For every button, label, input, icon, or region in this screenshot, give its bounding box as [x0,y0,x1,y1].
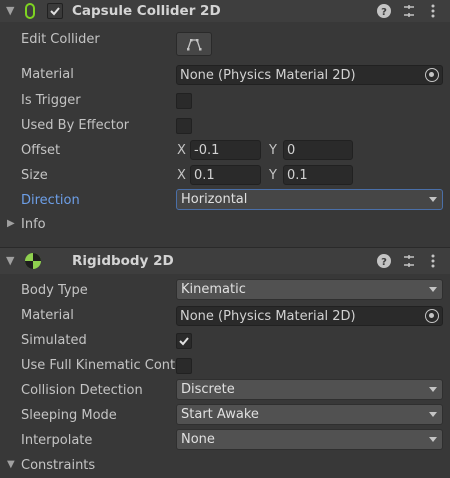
presets-icon[interactable] [401,3,417,19]
collision-detection-dropdown[interactable]: Discrete [176,379,443,400]
size-y-axis-label[interactable]: Y [269,164,277,188]
offset-y-value: 0 [287,143,296,158]
interpolate-label: Interpolate [21,433,93,448]
presets-icon[interactable] [401,253,417,269]
svg-text:?: ? [381,257,387,268]
edit-collider-icon [187,39,202,51]
offset-y-axis-label[interactable]: Y [269,139,277,163]
rigidbody-material-value: None (Physics Material 2D) [180,309,356,324]
offset-x-axis-label[interactable]: X [177,139,186,163]
capsule-collider-header[interactable]: ▼ Capsule Collider 2D ? [0,0,450,22]
edit-collider-label: Edit Collider [21,32,100,47]
size-y-field[interactable]: 0.1 [283,165,353,185]
svg-text:?: ? [381,7,387,18]
help-icon[interactable]: ? [376,253,392,269]
sleeping-mode-value: Start Awake [181,407,259,422]
collision-detection-value: Discrete [181,382,235,397]
interpolate-dropdown[interactable]: None [176,429,443,450]
sleeping-mode-label: Sleeping Mode [21,408,117,423]
size-x-value: 0.1 [194,168,215,183]
offset-y-field[interactable]: 0 [283,140,353,160]
simulated-checkbox[interactable] [176,333,192,349]
use-full-kinematic-contacts-checkbox[interactable] [176,358,192,374]
interpolate-value: None [181,432,215,447]
chevron-down-icon [429,197,437,202]
direction-label: Direction [21,193,80,208]
collision-detection-label: Collision Detection [21,383,143,398]
rigidbody-material-field[interactable]: None (Physics Material 2D) [176,306,443,326]
offset-x-value: -0.1 [194,143,220,158]
rigidbody-header[interactable]: ▼ Rigidbody 2D ? [0,247,450,274]
help-icon[interactable]: ? [376,3,392,19]
material-label: Material [21,67,74,82]
capsule-collider-title: Capsule Collider 2D [72,3,221,19]
collapse-arrow-icon[interactable]: ▼ [6,0,14,22]
size-x-field[interactable]: 0.1 [190,165,261,185]
direction-value: Horizontal [181,192,248,207]
more-options-icon[interactable] [425,3,441,19]
rigidbody-title: Rigidbody 2D [72,253,174,269]
body-type-value: Kinematic [181,282,246,297]
material-field[interactable]: None (Physics Material 2D) [176,65,443,85]
chevron-down-icon [429,412,437,417]
size-x-axis-label[interactable]: X [177,164,186,188]
sleeping-mode-dropdown[interactable]: Start Awake [176,404,443,425]
capsule-collider-icon [25,3,35,19]
chevron-down-icon [429,437,437,442]
object-picker-icon[interactable] [425,68,439,82]
more-options-icon[interactable] [425,253,441,269]
info-label[interactable]: Info [21,213,46,237]
offset-x-field[interactable]: -0.1 [190,140,261,160]
direction-dropdown[interactable]: Horizontal [176,189,443,210]
rigidbody-material-label: Material [21,308,74,323]
info-expand-arrow-icon[interactable]: ▶ [7,213,15,235]
constraints-label[interactable]: Constraints [21,454,95,478]
rigidbody-icon [25,253,41,269]
collapse-arrow-icon[interactable]: ▼ [6,248,14,274]
simulated-label: Simulated [21,333,87,348]
use-full-kinematic-contacts-label: Use Full Kinematic Contacts [21,358,175,373]
body-type-dropdown[interactable]: Kinematic [176,279,443,300]
edit-collider-button[interactable] [176,32,212,56]
size-label: Size [21,168,48,183]
chevron-down-icon [429,287,437,292]
checkmark-icon [50,7,60,16]
used-by-effector-checkbox[interactable] [176,118,192,134]
material-value: None (Physics Material 2D) [180,68,356,83]
constraints-expand-arrow-icon[interactable]: ▼ [7,454,15,476]
checkmark-icon [179,337,189,346]
capsule-enabled-checkbox[interactable] [47,3,63,19]
used-by-effector-label: Used By Effector [21,118,130,133]
is-trigger-checkbox[interactable] [176,93,192,109]
body-type-label: Body Type [21,283,88,298]
is-trigger-label: Is Trigger [21,93,81,108]
chevron-down-icon [429,387,437,392]
size-y-value: 0.1 [287,168,308,183]
offset-label: Offset [21,143,61,158]
object-picker-icon[interactable] [425,309,439,323]
